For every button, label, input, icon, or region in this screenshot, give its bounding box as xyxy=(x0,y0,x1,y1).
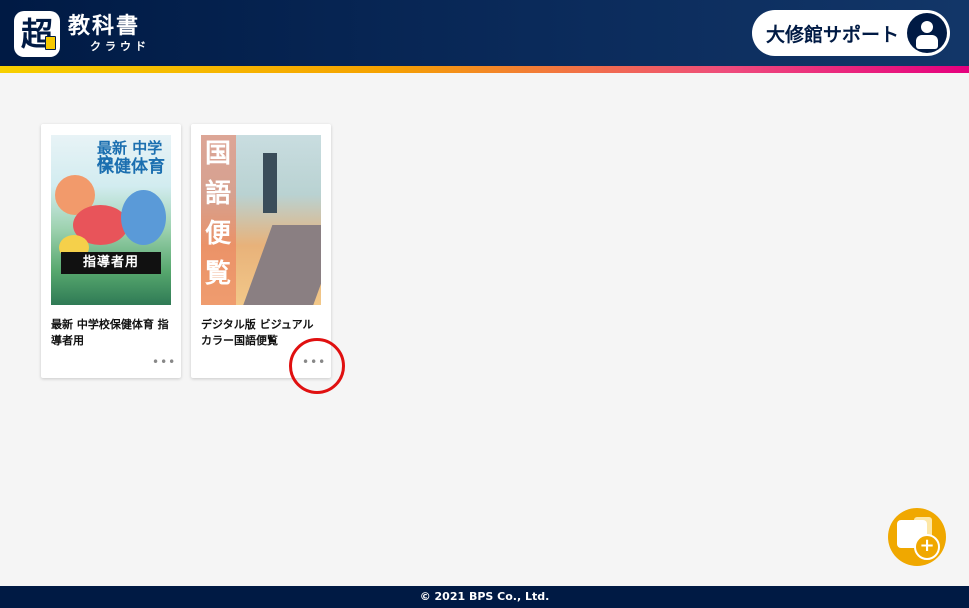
book-title[interactable]: 最新 中学校保健体育 指導者用 xyxy=(51,317,173,349)
copyright-text: © 2021 BPS Co., Ltd. xyxy=(419,590,550,603)
cover-char: 語 xyxy=(205,179,232,209)
plus-icon: + xyxy=(914,534,940,560)
more-horizontal-icon[interactable]: ••• xyxy=(152,355,175,369)
book-cover[interactable]: 国 語 便 覧 xyxy=(201,135,321,305)
user-name: 大修館サポート xyxy=(766,23,900,46)
footer: © 2021 BPS Co., Ltd. xyxy=(0,586,969,608)
header-gradient-stripe xyxy=(0,66,969,73)
logo-title: 教科書 xyxy=(68,14,141,39)
user-avatar-icon xyxy=(907,13,947,53)
logo-mark-icon: 超 xyxy=(14,11,60,57)
app-header: 超 教科書 クラウド 大修館サポート xyxy=(0,0,969,66)
app-logo[interactable]: 超 教科書 クラウド xyxy=(14,9,150,59)
add-book-button[interactable]: + xyxy=(888,508,946,566)
cover-title-line2: 保健体育 xyxy=(97,157,165,177)
book-card[interactable]: 最新 中学校 保健体育 指導者用 最新 中学校保健体育 指導者用 ••• xyxy=(41,124,181,378)
book-cover[interactable]: 最新 中学校 保健体育 指導者用 xyxy=(51,135,171,305)
cover-char: 覧 xyxy=(205,259,232,289)
user-menu-button[interactable]: 大修館サポート xyxy=(752,10,950,56)
logo-subtitle: クラウド xyxy=(90,40,150,53)
cover-char: 便 xyxy=(205,219,232,249)
cover-char: 国 xyxy=(205,139,232,169)
cover-band: 指導者用 xyxy=(61,252,161,274)
highlight-circle xyxy=(289,338,345,394)
